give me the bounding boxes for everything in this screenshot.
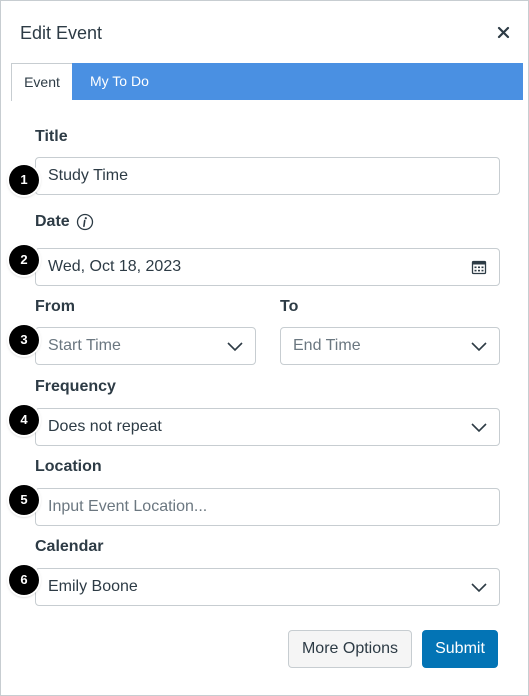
location-placeholder: Input Event Location... [48,498,208,515]
title-label: Title [35,128,68,145]
start-time-placeholder: Start Time [48,337,121,354]
edit-event-dialog: Edit Event Event My To Do Title Study Ti… [0,0,529,696]
start-time-select[interactable]: Start Time [35,327,256,365]
close-icon [497,26,510,39]
chevron-down-icon [471,583,487,593]
date-input[interactable]: Wed, Oct 18, 2023 [35,248,500,286]
end-time-select[interactable]: End Time [280,327,500,365]
date-input-value: Wed, Oct 18, 2023 [48,258,182,275]
info-icon[interactable] [76,213,94,231]
chevron-down-icon [227,342,243,352]
tab-bar: Event My To Do [11,63,523,101]
frequency-label: Frequency [35,378,116,395]
dialog-title: Edit Event [20,23,103,43]
dialog-header: Edit Event [1,1,528,63]
date-label: Date [35,213,70,230]
tab-event[interactable]: Event [11,63,72,101]
step-badge-6: 6 [9,565,39,595]
step-badge-4: 4 [9,405,39,435]
more-options-button[interactable]: More Options [288,630,412,668]
location-label: Location [35,458,102,475]
tab-my-to-do[interactable]: My To Do [90,63,149,100]
calendar-select[interactable]: Emily Boone [35,568,500,606]
title-input[interactable]: Study Time [35,157,500,195]
step-badge-1: 1 [9,165,39,195]
chevron-down-icon [471,423,487,433]
chevron-down-icon [471,342,487,352]
frequency-value: Does not repeat [48,418,162,435]
to-label: To [280,298,299,315]
title-input-value: Study Time [48,167,129,184]
calendar-icon[interactable] [471,259,487,275]
end-time-placeholder: End Time [293,337,361,354]
submit-button[interactable]: Submit [422,630,498,668]
location-input[interactable]: Input Event Location... [35,488,500,526]
step-badge-2: 2 [9,245,39,275]
close-button[interactable] [496,23,512,41]
from-label: From [35,298,75,315]
calendar-label: Calendar [35,538,104,555]
step-badge-3: 3 [9,325,39,355]
calendar-value: Emily Boone [48,578,138,595]
frequency-select[interactable]: Does not repeat [35,408,500,446]
step-badge-5: 5 [9,485,39,515]
